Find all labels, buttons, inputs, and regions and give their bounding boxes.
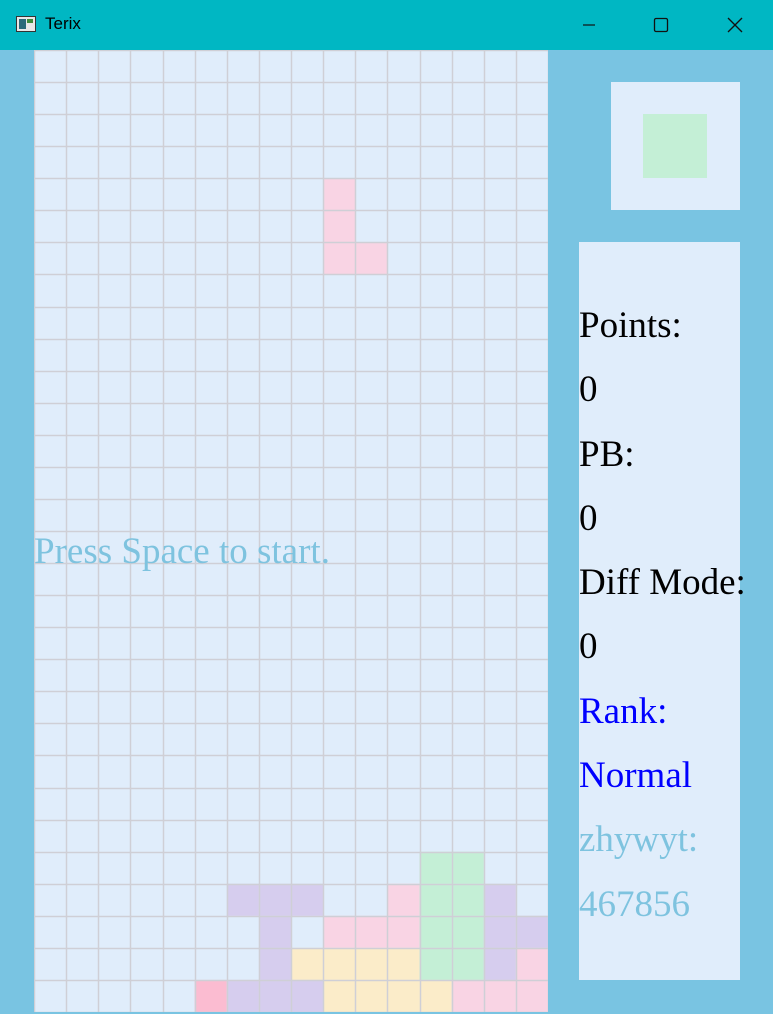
board-block [387,915,420,948]
points-label: Points: [579,305,682,346]
close-button[interactable] [699,0,771,50]
close-icon [727,17,743,33]
start-message: Press Space to start. [34,531,330,572]
board-block [323,242,356,275]
board-block [323,979,356,1012]
window-title: Terix [45,14,81,33]
board-block [291,883,324,916]
pb-value: 0 [579,498,598,539]
board-block [483,979,516,1012]
board-block [291,979,324,1012]
board-block [451,947,484,980]
board-block [355,242,388,275]
board-block [387,947,420,980]
next-piece-preview [611,82,740,210]
board-block [194,979,227,1012]
minimize-button[interactable] [553,0,625,50]
board-block [258,915,291,948]
board-block [291,947,324,980]
maximize-icon [653,17,669,33]
board-block [515,915,548,948]
board-block [483,947,516,980]
board-block [419,979,452,1012]
board-block [226,883,259,916]
board-block [451,883,484,916]
board-block [515,979,548,1012]
player-score: 467856 [579,884,690,925]
board-block [451,979,484,1012]
board-block [258,947,291,980]
diff-mode-value: 0 [579,626,598,667]
points-value: 0 [579,369,598,410]
board-block [355,947,388,980]
board-block [258,979,291,1012]
maximize-button[interactable] [625,0,697,50]
board-block [419,851,452,884]
board-block [387,979,420,1012]
board-block [451,915,484,948]
board-block [323,210,356,243]
board-block [323,178,356,211]
board-block [419,915,452,948]
board-block [451,851,484,884]
app-icon [16,16,36,32]
board-block [419,947,452,980]
board-block [483,883,516,916]
board-block [483,915,516,948]
title-bar: Terix [0,0,773,50]
board-block [323,915,356,948]
board-block [387,883,420,916]
board-block [515,947,548,980]
board-block [226,979,259,1012]
pb-label: PB: [579,434,635,475]
next-piece-block [643,114,707,178]
stats-panel: Points: 0 PB: 0 Diff Mode: 0 Rank: Norma… [579,242,746,980]
board-block [323,947,356,980]
rank-label: Rank: [579,691,668,732]
rank-value: Normal [579,755,693,796]
board-block [258,883,291,916]
diff-mode-label: Diff Mode: [579,562,746,603]
board-block [355,979,388,1012]
board-block [355,915,388,948]
minimize-icon [583,24,595,26]
player-label: zhywyt: [579,819,699,860]
board-block [419,883,452,916]
